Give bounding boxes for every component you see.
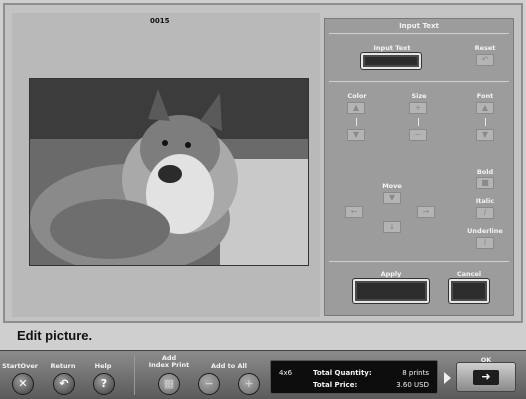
move-right-button[interactable]: → — [417, 206, 435, 218]
plus-icon[interactable]: + — [238, 373, 260, 395]
underline-label: Underline — [467, 227, 503, 235]
arrow-right-icon: ➜ — [473, 370, 499, 385]
color-indicator — [356, 118, 357, 126]
startover-label: StartOver — [2, 362, 38, 370]
size-up-button[interactable]: + — [409, 102, 427, 114]
font-up-button[interactable]: ▲ — [476, 102, 494, 114]
print-size: 4x6 — [279, 369, 293, 377]
frame-number: 0015 — [150, 17, 170, 25]
apply-label: Apply — [380, 270, 402, 278]
undo-icon[interactable]: ↶ — [53, 373, 75, 395]
move-up-button[interactable]: ▼ — [383, 192, 401, 204]
reset-button[interactable]: ↶ — [476, 54, 494, 66]
underline-button[interactable]: I — [476, 237, 494, 249]
panel-divider — [329, 33, 509, 34]
add-index-print-label: Add Index Print — [148, 354, 190, 369]
move-label: Move — [382, 182, 402, 190]
color-up-button[interactable]: ▲ — [347, 102, 365, 114]
total-price-label: Total Price: — [313, 381, 358, 389]
help-label: Help — [94, 362, 112, 370]
reset-label: Reset — [474, 44, 496, 52]
input-text-button[interactable] — [360, 52, 422, 70]
status-message: Edit picture. — [17, 328, 93, 343]
font-down-button[interactable]: ▼ — [476, 129, 494, 141]
panel-title: Input Text — [399, 22, 439, 30]
bold-button[interactable]: ■ — [476, 177, 494, 189]
play-arrow-icon — [444, 372, 451, 384]
toolbar-separator — [134, 355, 135, 395]
input-text-label: Input Text — [373, 44, 411, 52]
move-left-button[interactable]: ← — [345, 206, 363, 218]
text-edit-panel: Input Text Input Text Reset ↶ Color ▲ ▼ … — [324, 18, 514, 316]
panel-divider — [329, 261, 509, 262]
minus-icon[interactable]: − — [198, 373, 220, 395]
total-quantity-value: 8 prints — [402, 369, 429, 377]
cancel-button[interactable] — [448, 278, 490, 304]
color-label: Color — [347, 92, 367, 100]
bold-label: Bold — [476, 168, 494, 176]
return-label: Return — [50, 362, 76, 370]
add-to-all-label: Add to All — [211, 362, 247, 370]
size-indicator — [418, 118, 419, 126]
total-quantity-label: Total Quantity: — [313, 369, 372, 377]
size-down-button[interactable]: − — [409, 129, 427, 141]
total-price-value: 3.60 USD — [396, 381, 429, 389]
italic-label: Italic — [475, 197, 495, 205]
size-label: Size — [411, 92, 427, 100]
ok-button[interactable]: ➜ — [456, 362, 516, 392]
photo-preview[interactable] — [29, 78, 309, 266]
help-icon[interactable]: ? — [93, 373, 115, 395]
font-label: Font — [476, 92, 494, 100]
font-indicator — [485, 118, 486, 126]
cancel-label: Cancel — [456, 270, 482, 278]
panel-divider — [329, 81, 509, 82]
move-down-button[interactable]: ↓ — [383, 221, 401, 233]
grid-icon[interactable]: ▦ — [158, 373, 180, 395]
order-summary: 4x6 Total Quantity: 8 prints Total Price… — [270, 360, 438, 394]
color-down-button[interactable]: ▼ — [347, 129, 365, 141]
dog-photo — [30, 79, 308, 265]
italic-button[interactable]: I — [476, 207, 494, 219]
kiosk-screen: 0015 Input Text Input Text Reset ↶ Color… — [0, 0, 526, 399]
apply-button[interactable] — [352, 278, 430, 304]
close-icon[interactable]: ✕ — [12, 373, 34, 395]
